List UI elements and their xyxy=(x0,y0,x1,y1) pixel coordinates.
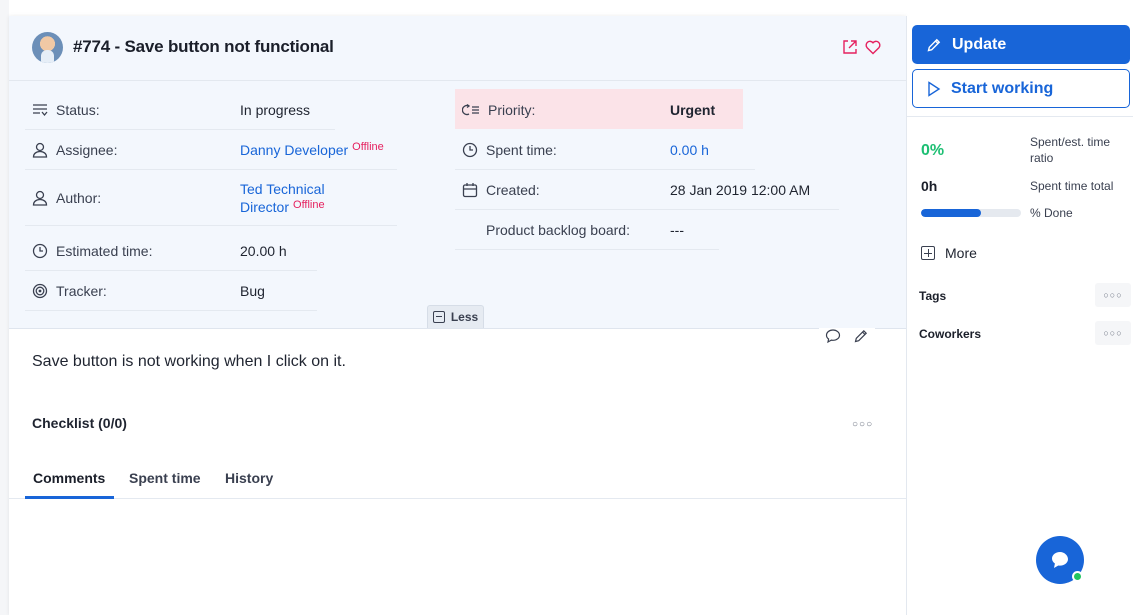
status-label: Status: xyxy=(56,102,100,118)
issue-description: Save button is not working when I click … xyxy=(32,353,346,370)
tracker-label: Tracker: xyxy=(56,283,107,299)
created-value: 28 Jan 2019 12:00 AM xyxy=(670,182,811,198)
top-strip xyxy=(9,0,906,16)
description-tools xyxy=(819,328,875,344)
pencil-icon xyxy=(927,38,941,51)
issue-sidebar: Update Start working 0% Spent/est. time … xyxy=(906,16,1133,615)
chat-icon xyxy=(1052,552,1068,568)
assignee-label: Assignee: xyxy=(56,142,118,158)
issue-attributes: Status: In progress Assignee: Danny Deve… xyxy=(9,81,906,329)
more-button[interactable]: More xyxy=(921,245,977,261)
assignee-link[interactable]: Danny Developer xyxy=(240,142,348,158)
tags-heading: Tags xyxy=(919,289,947,303)
assignee-offline-badge: Offline xyxy=(352,141,384,153)
time-ratio-value: 0% xyxy=(921,142,945,159)
avatar[interactable] xyxy=(32,32,63,63)
issue-tabs: Comments Spent time History xyxy=(9,463,906,499)
plus-icon xyxy=(921,246,935,260)
start-working-label: Start working xyxy=(951,79,1054,97)
issue-main-panel: #774 - Save button not functional Status… xyxy=(9,16,906,615)
left-gutter xyxy=(0,0,9,615)
less-label: Less xyxy=(450,310,479,324)
priority-value[interactable]: Urgent xyxy=(670,102,715,118)
less-button[interactable]: Less xyxy=(427,305,484,328)
attr-author: Author: Ted Technical Director Offline xyxy=(25,170,397,226)
more-label: More xyxy=(945,245,977,261)
spent-time-value[interactable]: 0.00 h xyxy=(670,142,709,158)
comment-icon[interactable] xyxy=(825,328,841,344)
author-offline-badge: Offline xyxy=(293,199,325,211)
chat-button[interactable] xyxy=(1036,536,1084,584)
heart-icon[interactable] xyxy=(864,38,882,56)
attr-assignee: Assignee: Danny Developer Offline xyxy=(25,130,397,170)
product-backlog-board-value[interactable]: --- xyxy=(670,222,684,238)
update-button[interactable]: Update xyxy=(912,25,1130,64)
update-button-label: Update xyxy=(952,35,1007,53)
clock-icon xyxy=(32,243,48,259)
tab-history[interactable]: History xyxy=(225,470,273,486)
active-tab-indicator xyxy=(25,496,114,499)
tab-spent-time[interactable]: Spent time xyxy=(129,470,201,486)
collapse-icon xyxy=(432,311,445,323)
checklist-more-icon[interactable]: ○○○ xyxy=(852,419,873,430)
issue-page: #774 - Save button not functional Status… xyxy=(0,0,1133,615)
spent-time-label: Spent time: xyxy=(486,142,557,158)
created-label: Created: xyxy=(486,182,540,198)
user-icon xyxy=(32,190,48,206)
external-link-icon[interactable] xyxy=(841,38,859,56)
pencil-icon[interactable] xyxy=(853,328,869,344)
done-progress-bar xyxy=(921,209,1021,217)
user-icon xyxy=(32,142,48,158)
divider xyxy=(907,116,1133,117)
spent-total-value: 0h xyxy=(921,178,938,194)
tab-comments[interactable]: Comments xyxy=(33,470,105,486)
spent-total-label: Spent time total xyxy=(1030,179,1114,193)
attr-created: Created: 28 Jan 2019 12:00 AM xyxy=(455,170,839,210)
play-icon xyxy=(928,80,941,97)
calendar-icon xyxy=(462,183,478,198)
attr-priority: Priority: Urgent xyxy=(455,90,743,130)
coworkers-more-icon[interactable]: ○○○ xyxy=(1095,321,1131,345)
time-ratio-label: Spent/est. time ratio xyxy=(1030,135,1111,165)
attr-spent-time: Spent time: 0.00 h xyxy=(455,130,755,170)
status-value[interactable]: In progress xyxy=(240,102,310,118)
priority-label: Priority: xyxy=(488,102,536,118)
attr-estimated-time: Estimated time: 20.00 h xyxy=(25,231,317,271)
estimated-time-value[interactable]: 20.00 h xyxy=(240,243,287,259)
online-status-dot xyxy=(1072,571,1083,582)
done-label: % Done xyxy=(1030,206,1073,220)
author-label: Author: xyxy=(56,190,102,206)
coworkers-heading: Coworkers xyxy=(919,327,982,341)
estimated-time-label: Estimated time: xyxy=(56,243,153,259)
priority-icon xyxy=(462,103,479,116)
checklist-heading: Checklist (0/0) xyxy=(32,415,127,431)
attr-tracker: Tracker: Bug xyxy=(25,271,317,311)
tracker-icon xyxy=(32,283,48,299)
start-working-button[interactable]: Start working xyxy=(912,69,1130,108)
clock-icon xyxy=(462,142,478,158)
author-link-line1[interactable]: Ted Technical xyxy=(240,180,325,198)
product-backlog-board-label: Product backlog board: xyxy=(486,222,630,238)
attr-status: Status: In progress xyxy=(25,90,335,130)
page-title: #774 - Save button not functional xyxy=(73,37,334,56)
tracker-value[interactable]: Bug xyxy=(240,283,265,299)
issue-header: #774 - Save button not functional xyxy=(9,16,906,81)
tags-more-icon[interactable]: ○○○ xyxy=(1095,283,1131,307)
status-icon xyxy=(33,104,48,117)
author-link-line2[interactable]: Director xyxy=(240,199,289,215)
done-progress-fill xyxy=(921,209,981,217)
attr-product-backlog-board: Product backlog board: --- xyxy=(455,210,719,250)
